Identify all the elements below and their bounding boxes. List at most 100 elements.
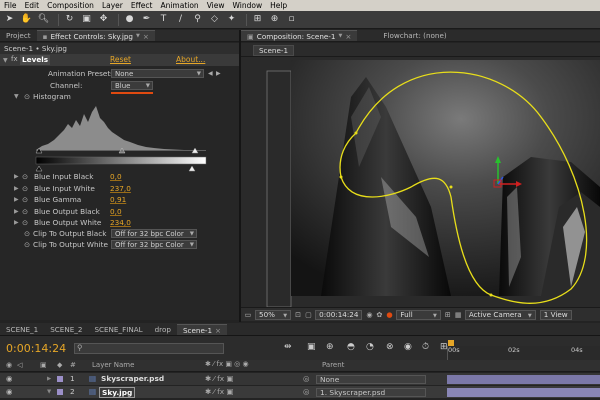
stopwatch-icon[interactable]: ⊙ [22, 217, 28, 228]
zoom-tool-icon[interactable]: 🔍︎ [37, 13, 50, 26]
menu-view[interactable]: View [203, 0, 229, 11]
show-channel-icon[interactable]: ● [386, 310, 396, 319]
timeline-search-input[interactable]: ⚲ [74, 343, 224, 354]
fx-icon[interactable]: fx [11, 55, 18, 63]
pen-tool-icon[interactable]: ✒ [140, 13, 153, 26]
clip-white-dropdown[interactable]: Off for 32 bpc Color ▼ [111, 240, 197, 249]
layer-name-header[interactable]: Layer Name [92, 361, 134, 369]
chevron-down-icon[interactable]: ▼ [338, 31, 342, 42]
expand-triangle-icon[interactable]: ▶ [14, 194, 19, 205]
expand-triangle-icon[interactable]: ▶ [14, 206, 19, 217]
rotate-tool-icon[interactable]: ↻ [63, 13, 76, 26]
expand-triangle-icon[interactable]: ▶ [14, 217, 19, 228]
levels-effect-header[interactable]: ▼ fx Levels Reset About... [0, 54, 239, 66]
chevron-down-icon[interactable]: ▼ [136, 31, 140, 42]
blue-input-black-value[interactable]: 0,0 [110, 171, 122, 182]
parent-dropdown[interactable]: 1. Skyscraper.psd [316, 388, 426, 397]
hide-shy-layers-icon[interactable]: ⊕ [326, 342, 334, 352]
subtab-scene-1[interactable]: Scene-1 [253, 45, 295, 56]
blue-output-black-value[interactable]: 0,0 [110, 206, 122, 217]
expand-triangle-icon[interactable]: ▶ [14, 171, 19, 182]
eye-icon[interactable]: ◉ [6, 386, 12, 398]
stopwatch-icon[interactable]: ⊙ [22, 194, 28, 205]
timeline-current-time[interactable]: 0:00:14:24 [6, 342, 66, 355]
layer-row[interactable]: ◉ ▶ 1 ▤ Skyscraper.psd ✱ ⁄ fx ▣ ◎ None [0, 373, 600, 385]
camera-view-dropdown[interactable]: Active Camera ▼ [464, 309, 536, 320]
pickwhip-icon[interactable]: ◎ [303, 386, 309, 398]
tab-effect-controls[interactable]: ▪ Effect Controls: Sky.jpg ▼ × [36, 30, 155, 42]
next-preset-icon[interactable]: ▶ [216, 68, 221, 79]
close-icon[interactable]: × [345, 31, 351, 42]
tab-composition[interactable]: ▣ Composition: Scene-1 ▼ × [241, 30, 358, 42]
menu-effect[interactable]: Effect [127, 0, 157, 11]
current-time-field[interactable]: 0:00:14:24 [315, 309, 363, 320]
layer-duration-bar[interactable] [447, 388, 600, 397]
pan-behind-tool-icon[interactable]: ✥ [97, 13, 110, 26]
transparency-grid-icon[interactable]: ▦ [455, 310, 465, 319]
expand-triangle-icon[interactable]: ▶ [14, 183, 19, 194]
animation-presets-dropdown[interactable]: None ▼ [111, 69, 204, 78]
blue-gamma-value[interactable]: 0,91 [110, 194, 126, 205]
stopwatch-icon[interactable]: ⊙ [24, 228, 30, 239]
pickwhip-icon[interactable]: ◎ [303, 373, 309, 385]
layer-label-color[interactable] [57, 389, 63, 395]
stopwatch-icon[interactable]: ⊙ [22, 206, 28, 217]
work-area-start-handle[interactable] [448, 340, 454, 346]
camera-tool-icon[interactable]: ▣ [80, 13, 93, 26]
type-tool-icon[interactable]: T [157, 13, 170, 26]
layer-label-color[interactable] [57, 376, 63, 382]
layer-switches[interactable]: ✱ ⁄ fx ▣ [205, 386, 233, 398]
layer-name[interactable]: Skyscraper.psd [101, 373, 164, 385]
brainstorm-icon[interactable]: ◉ [404, 342, 412, 352]
menu-layer[interactable]: Layer [98, 0, 127, 11]
tab-scene-1-timeline[interactable]: Scene-1 × [176, 324, 228, 336]
blue-input-white-value[interactable]: 237,0 [110, 183, 131, 194]
blue-output-white-value[interactable]: 234,0 [110, 217, 131, 228]
reset-link[interactable]: Reset [110, 55, 131, 65]
auto-keyframe-icon[interactable]: ⏱ [422, 342, 429, 352]
tab-drop[interactable]: drop [149, 324, 177, 335]
hand-tool-icon[interactable]: ✋ [20, 13, 33, 26]
tab-scene-final[interactable]: SCENE_FINAL [88, 324, 148, 335]
resolution-dropdown[interactable]: Full ▼ [396, 309, 441, 320]
zoom-dropdown[interactable]: 50% ▼ [255, 309, 292, 320]
previous-preset-icon[interactable]: ◀ [208, 68, 213, 79]
time-ruler[interactable]: 00s 02s 04s [447, 340, 600, 360]
view-layout-dropdown[interactable]: 1 View [539, 309, 572, 320]
show-snapshot-icon[interactable]: ✿ [376, 310, 386, 319]
menu-help[interactable]: Help [266, 0, 291, 11]
snapshot-icon[interactable]: ◉ [366, 310, 376, 319]
collapse-triangle-icon[interactable]: ▼ [47, 386, 51, 398]
expand-triangle-icon[interactable]: ▶ [47, 373, 51, 385]
close-icon[interactable]: × [215, 325, 221, 336]
always-preview-icon[interactable]: ▭ [241, 310, 255, 319]
menu-file[interactable]: File [0, 0, 21, 11]
draft-3d-icon[interactable]: ▣ [307, 342, 316, 352]
selection-tool-icon[interactable]: ➤ [3, 13, 16, 26]
tab-scene-2[interactable]: SCENE_2 [44, 324, 88, 335]
tab-flowchart[interactable]: Flowchart: (none) [377, 30, 452, 41]
local-axis-icon[interactable]: ⊞ [251, 13, 264, 26]
clone-stamp-tool-icon[interactable]: ⚲ [191, 13, 204, 26]
layer-row[interactable]: ◉ ▼ 2 ▤ Sky.jpg ✱ ⁄ fx ▣ ◎ 1. Skyscraper… [0, 386, 600, 398]
layer-switches[interactable]: ✱ ⁄ fx ▣ [205, 373, 233, 385]
layer-name[interactable]: Sky.jpg [99, 387, 136, 398]
grid-icon[interactable]: ▢ [305, 310, 315, 319]
viewer-canvas[interactable] [241, 57, 600, 308]
collapse-triangle-icon[interactable]: ▼ [3, 57, 8, 64]
brush-tool-icon[interactable]: ∕ [174, 13, 187, 26]
tab-project[interactable]: Project [0, 30, 37, 41]
view-axis-icon[interactable]: ▫ [285, 13, 298, 26]
histogram-graph[interactable] [34, 104, 209, 172]
about-link[interactable]: About... [176, 55, 205, 65]
clip-black-dropdown[interactable]: Off for 32 bpc Color ▼ [111, 229, 197, 238]
parent-dropdown[interactable]: None [316, 375, 426, 384]
motion-blur-icon[interactable]: ◔ [366, 342, 374, 352]
eraser-tool-icon[interactable]: ◇ [208, 13, 221, 26]
menu-edit[interactable]: Edit [21, 0, 44, 11]
safe-margins-icon[interactable]: ⊡ [295, 310, 305, 319]
frame-blending-icon[interactable]: ◓ [347, 342, 355, 352]
stopwatch-icon[interactable]: ⊙ [24, 239, 30, 250]
puppet-tool-icon[interactable]: ✦ [225, 13, 238, 26]
composition-viewer[interactable] [241, 57, 600, 308]
